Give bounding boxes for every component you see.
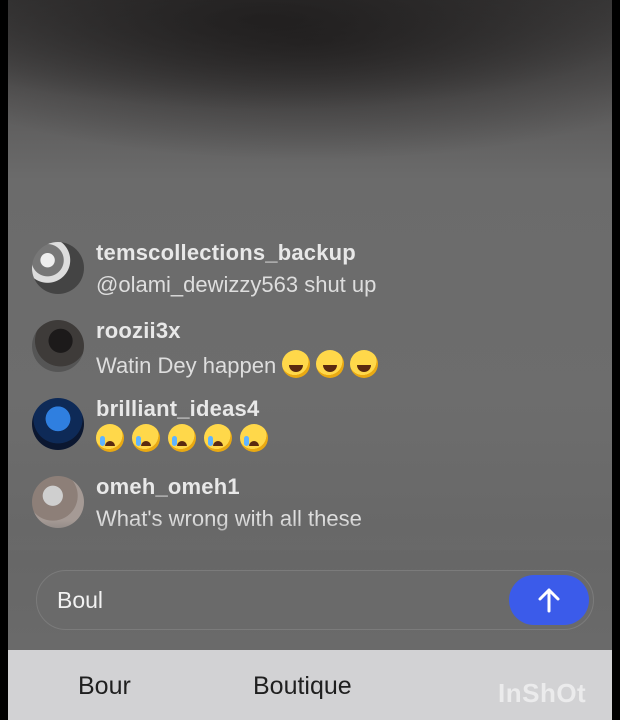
comment-text: Watin Dey happen [96, 353, 277, 378]
send-button[interactable] [509, 575, 589, 625]
suggestion-item[interactable]: Boutique [253, 672, 352, 701]
crying-face-icon [204, 424, 232, 452]
comment-item: roozii3x Watin Dey happen [8, 314, 612, 384]
laughing-tears-icon [350, 350, 379, 378]
avatar[interactable] [32, 242, 84, 294]
crying-face-icon [240, 424, 268, 452]
crying-face-icon [168, 424, 196, 452]
comment-text: @olami_dewizzy563 shut up [96, 272, 377, 297]
watermark: InShOt [498, 678, 587, 708]
live-stream-view: temscollections_backup @olami_dewizzy563… [8, 0, 612, 720]
comment-list[interactable]: temscollections_backup @olami_dewizzy563… [8, 236, 612, 548]
comment-emoji-row [96, 424, 268, 452]
crying-face-icon [132, 424, 160, 452]
suggestion-item[interactable]: Bour [78, 672, 131, 701]
comment-item: temscollections_backup @olami_dewizzy563… [8, 236, 612, 306]
arrow-up-icon [538, 588, 560, 613]
avatar[interactable] [32, 320, 84, 372]
comment-username[interactable]: brilliant_ideas4 [96, 396, 259, 422]
comment-item: brilliant_ideas4 [8, 392, 612, 462]
comment-fade [8, 520, 612, 550]
avatar[interactable] [32, 398, 84, 450]
comment-username[interactable]: omeh_omeh1 [96, 474, 240, 500]
laughing-tears-icon [282, 350, 311, 378]
comment-input-bar [36, 570, 594, 630]
comment-input[interactable] [57, 583, 477, 617]
crying-face-icon [96, 424, 124, 452]
comment-username[interactable]: temscollections_backup [96, 240, 356, 266]
laughing-tears-icon [316, 350, 345, 378]
comment-text-row: Watin Dey happen [96, 350, 379, 379]
video-background [8, 0, 612, 110]
comment-username[interactable]: roozii3x [96, 318, 181, 344]
